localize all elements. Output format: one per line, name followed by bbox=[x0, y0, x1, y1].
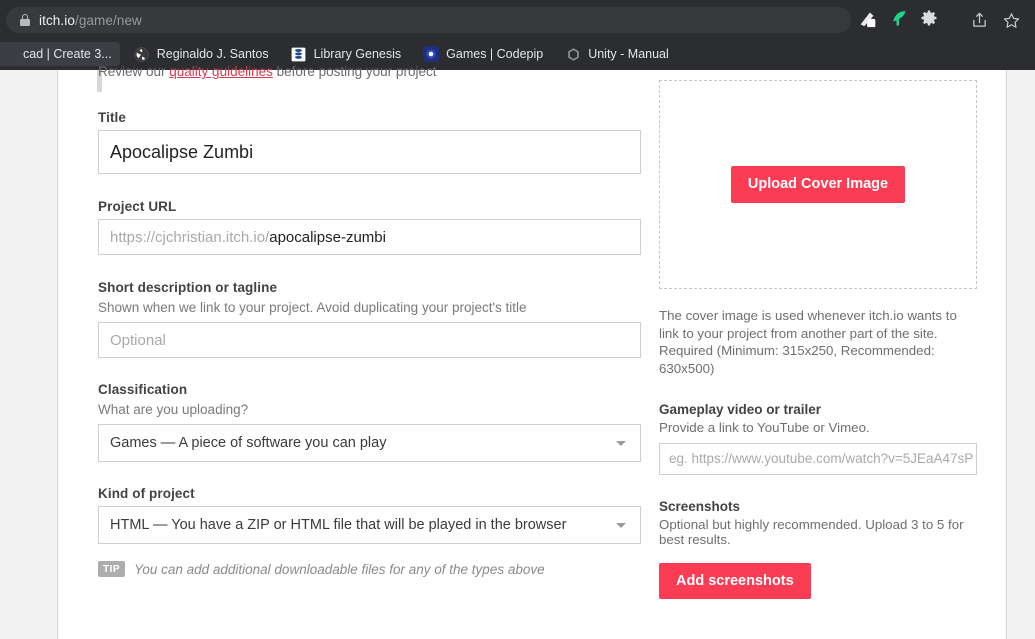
gameplay-video-hint: Provide a link to YouTube or Vimeo. bbox=[659, 419, 870, 435]
project-url-prefix: https://cjchristian.itch.io/ bbox=[110, 228, 270, 246]
screenshots-hint: Optional but highly recommended. Upload … bbox=[659, 516, 964, 547]
kind-of-project-label: Kind of project bbox=[98, 486, 195, 501]
form-left-column: Title Apocalipse Zumbi Project URL https… bbox=[98, 110, 641, 577]
field-title: Title Apocalipse Zumbi bbox=[98, 110, 641, 174]
short-description-hint: Shown when we link to your project. Avoi… bbox=[98, 300, 527, 315]
bookmark-label: Unity - Manual bbox=[588, 47, 669, 61]
kind-of-project-select[interactable]: HTML — You have a ZIP or HTML file that … bbox=[98, 506, 641, 544]
address-bar[interactable]: itch.io/game/new bbox=[6, 7, 851, 33]
cover-image-dropzone[interactable]: Upload Cover Image bbox=[659, 80, 977, 289]
field-project-url: Project URL https://cjchristian.itch.io/… bbox=[98, 199, 641, 255]
tip-badge: TIP bbox=[98, 561, 126, 577]
short-description-label: Short description or tagline bbox=[98, 280, 278, 295]
gameplay-video-placeholder: eg. https://www.youtube.com/watch?v=5JEa… bbox=[669, 451, 974, 467]
quality-guidelines-notice: Review our quality guidelines before pos… bbox=[98, 64, 718, 80]
field-kind-of-project: Kind of project HTML — You have a ZIP or… bbox=[98, 486, 641, 544]
title-label: Title bbox=[98, 110, 127, 125]
form-right-column: Upload Cover Image The cover image is us… bbox=[659, 80, 979, 600]
page-body: Review our quality guidelines before pos… bbox=[0, 64, 1035, 639]
field-classification: Classification What are you uploading? G… bbox=[98, 382, 641, 462]
bookmark-reginaldo-santos[interactable]: Reginaldo J. Santos bbox=[126, 42, 277, 66]
page-gutter-left bbox=[0, 70, 58, 639]
bookmark-label: cad | Create 3... bbox=[23, 47, 112, 61]
page-gutter-right bbox=[1006, 70, 1035, 639]
classification-hint: What are you uploading? bbox=[98, 402, 249, 417]
upload-cover-image-button[interactable]: Upload Cover Image bbox=[730, 166, 906, 203]
book-icon bbox=[291, 46, 307, 62]
chevron-down-icon bbox=[616, 441, 626, 446]
bookmark-games-codepip[interactable]: Games | Codepip bbox=[415, 42, 551, 66]
project-url-label: Project URL bbox=[98, 199, 177, 214]
title-input[interactable]: Apocalipse Zumbi bbox=[98, 130, 641, 174]
tip-row: TIP You can add additional downloadable … bbox=[98, 561, 641, 577]
classification-selected-value: Games — A piece of software you can play bbox=[110, 435, 387, 451]
circle-dot-icon bbox=[423, 46, 440, 62]
classification-select[interactable]: Games — A piece of software you can play bbox=[98, 424, 641, 462]
bookmark-library-genesis[interactable]: Library Genesis bbox=[283, 42, 410, 66]
address-bar-path: /game/new bbox=[74, 12, 142, 28]
classification-label: Classification bbox=[98, 382, 188, 397]
notice-text-after: before posting your project bbox=[272, 64, 437, 79]
pen-extension-icon[interactable] bbox=[857, 7, 879, 34]
short-description-placeholder: Optional bbox=[110, 331, 166, 349]
address-bar-host: itch.io bbox=[39, 12, 75, 28]
title-value: Apocalipse Zumbi bbox=[110, 141, 254, 162]
cover-image-help-text: The cover image is used whenever itch.io… bbox=[659, 308, 957, 377]
quality-guidelines-link[interactable]: quality guidelines bbox=[169, 64, 273, 79]
bookmark-label: Library Genesis bbox=[313, 47, 402, 61]
green-bird-extension-icon[interactable] bbox=[889, 8, 909, 33]
globe-icon bbox=[134, 46, 150, 62]
screenshots-label: Screenshots bbox=[659, 498, 741, 514]
lock-icon bbox=[20, 14, 30, 26]
generic-favicon-icon bbox=[0, 46, 16, 62]
gear-icon[interactable] bbox=[919, 8, 939, 33]
gameplay-video-label: Gameplay video or trailer bbox=[659, 401, 822, 417]
bookmark-tinkercad[interactable]: cad | Create 3... bbox=[0, 42, 120, 66]
project-url-slug: apocalipse-zumbi bbox=[269, 228, 386, 246]
project-url-input[interactable]: https://cjchristian.itch.io/apocalipse-z… bbox=[98, 219, 641, 255]
chevron-down-icon bbox=[616, 523, 626, 528]
unity-icon bbox=[565, 46, 581, 62]
browser-chrome: itch.io/game/new cad | Create 3... Regin… bbox=[0, 0, 1035, 70]
bookmark-unity-manual[interactable]: Unity - Manual bbox=[557, 42, 677, 66]
new-project-form: Review our quality guidelines before pos… bbox=[59, 64, 1005, 639]
notice-text-before: Review our bbox=[98, 64, 170, 79]
tip-text: You can add additional downloadable file… bbox=[134, 561, 545, 577]
bookmark-label: Reginaldo J. Santos bbox=[156, 47, 269, 61]
field-short-description: Short description or tagline Shown when … bbox=[98, 280, 641, 358]
extension-icons bbox=[857, 6, 939, 34]
share-icon[interactable] bbox=[963, 7, 995, 33]
gameplay-video-input[interactable]: eg. https://www.youtube.com/watch?v=5JEa… bbox=[659, 442, 977, 475]
add-screenshots-button[interactable]: Add screenshots bbox=[659, 562, 811, 600]
kind-of-project-selected-value: HTML — You have a ZIP or HTML file that … bbox=[110, 517, 567, 533]
bookmark-label: Games | Codepip bbox=[446, 47, 544, 61]
omnibox-actions bbox=[963, 7, 1027, 33]
short-description-input[interactable]: Optional bbox=[98, 322, 641, 358]
omnibox-row: itch.io/game/new bbox=[0, 0, 1035, 38]
bookmark-star-icon[interactable] bbox=[995, 7, 1027, 33]
